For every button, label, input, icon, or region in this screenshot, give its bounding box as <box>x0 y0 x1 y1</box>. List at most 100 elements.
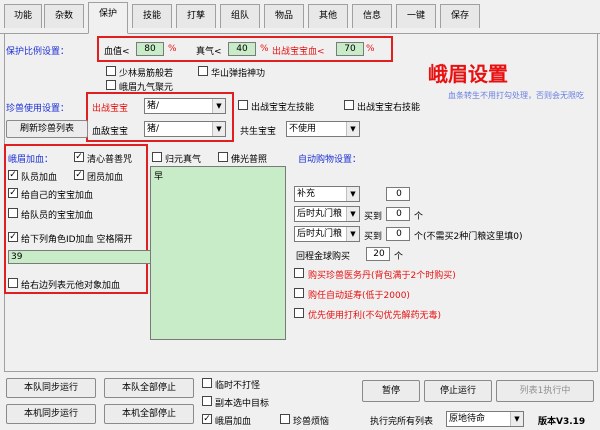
chevron-down-icon: ▼ <box>510 412 523 426</box>
machine-stop-all-button[interactable]: 本机全部停止 <box>104 404 194 424</box>
tab-params[interactable]: 杂数 <box>44 4 84 28</box>
qingxin-checkbox[interactable]: ✓ <box>74 152 84 162</box>
return-ball-qty-input[interactable]: 20 <box>366 247 390 261</box>
tab-other[interactable]: 其他 <box>308 4 348 28</box>
shop-item-select-2[interactable]: 后时丸门粮 ▼ <box>294 206 360 222</box>
blood-pet-select[interactable]: 猪/▼ <box>144 121 226 137</box>
emei-heal-toggle-label: 峨眉加血 <box>215 417 252 427</box>
tab-onekey[interactable]: 一键 <box>396 4 436 28</box>
shop-item-select-1[interactable]: 补充 ▼ <box>294 186 360 202</box>
guqi-checkbox[interactable] <box>152 152 162 162</box>
stop-run-button[interactable]: 停止运行 <box>424 380 492 402</box>
right-list-heal-label: 给右边列表元他对象加血 <box>21 281 121 291</box>
shared-pet-select[interactable]: 不使用 ▼ <box>286 121 360 137</box>
shop-qty-input-2[interactable]: 0 <box>386 207 410 221</box>
right-skill-checkbox[interactable] <box>344 100 354 110</box>
heal-target-list[interactable]: 早 <box>150 166 286 340</box>
emei-title: 峨眉加血： <box>8 155 54 165</box>
priority-checkbox[interactable] <box>294 308 304 318</box>
team-pet-label: 给队员的宝宝加血 <box>21 211 94 221</box>
tab-team[interactable]: 组队 <box>220 4 260 28</box>
team-sync-run-button[interactable]: 本队同步运行 <box>6 378 96 398</box>
member-heal-label: 团员加血 <box>87 173 124 183</box>
tab-protect[interactable]: 保护 <box>88 2 128 34</box>
priority-label: 优先使用打利(不勾优先解药无毒) <box>308 311 442 321</box>
tab-hunt[interactable]: 打孳 <box>176 4 216 28</box>
emei-qi-checkbox[interactable] <box>106 80 116 90</box>
chevron-down-icon: ▼ <box>212 99 225 113</box>
id-list-input[interactable]: 39 <box>8 250 152 264</box>
tab-save[interactable]: 保存 <box>440 4 480 28</box>
no-attack-label: 临时不打怪 <box>215 381 261 391</box>
blood-pet-label: 血敌宝宝 <box>92 127 129 137</box>
shop-qty-input-1[interactable]: 0 <box>386 187 410 201</box>
auto-extend-checkbox[interactable] <box>294 288 304 298</box>
chevron-down-icon: ▼ <box>212 122 225 136</box>
mp-label: 真气< <box>196 47 222 57</box>
left-skill-label: 出战宝宝左技能 <box>251 103 315 113</box>
shop-unit-2: 个 <box>414 212 424 222</box>
tab-function[interactable]: 功能 <box>4 4 42 28</box>
battle-pet-select[interactable]: 猪/▼ <box>144 98 226 114</box>
huashan-checkbox[interactable] <box>198 66 208 76</box>
protect-section-title: 保护比例设置： <box>6 47 70 57</box>
merchant-title: 自动购物设置： <box>298 155 362 165</box>
pet-hp-threshold-input[interactable]: 70 <box>336 42 364 56</box>
no-target-checkbox[interactable] <box>202 396 212 406</box>
id-heal-checkbox[interactable]: ✓ <box>8 232 18 242</box>
team-heal-checkbox[interactable]: ✓ <box>8 170 18 180</box>
shop-note-3: 个(不需买2种门粮这里填0) <box>414 232 523 242</box>
emei-watermark: 峨眉设置 <box>428 62 508 86</box>
right-skill-label: 出战宝宝右技能 <box>357 103 421 113</box>
refresh-pet-list-button[interactable]: 刷新珍兽列表 <box>6 120 88 138</box>
self-pet-label: 给自己的宝宝加血 <box>21 191 94 201</box>
no-attack-checkbox[interactable] <box>202 378 212 388</box>
run-after-label: 执行完所有列表 <box>370 417 434 427</box>
buy-pill-checkbox[interactable] <box>294 268 304 278</box>
hp-threshold-input[interactable]: 80 <box>136 42 164 56</box>
no-target-label: 副本选中目标 <box>215 399 270 409</box>
pet-hp-pct: % <box>366 44 375 54</box>
tab-skills[interactable]: 技能 <box>132 4 172 28</box>
emei-heal-toggle-checkbox[interactable]: ✓ <box>202 414 212 424</box>
machine-sync-run-button[interactable]: 本机同步运行 <box>6 404 96 424</box>
fozhao-checkbox[interactable] <box>218 152 228 162</box>
pause-button[interactable]: 暂停 <box>362 380 420 402</box>
pet-sorrow-checkbox[interactable] <box>280 414 290 424</box>
chevron-down-icon: ▼ <box>346 207 359 221</box>
buy-pill-label: 购买珍兽医务丹(背包满于2个时购买) <box>308 271 456 281</box>
pet-note: 血条转生不用打勾处理，否则会无限吃 <box>448 91 584 100</box>
mp-threshold-input[interactable]: 40 <box>228 42 256 56</box>
hp-label: 血值< <box>104 47 130 57</box>
fozhao-label: 佛光普照 <box>231 155 268 165</box>
shaolin-checkbox[interactable] <box>106 66 116 76</box>
tab-items[interactable]: 物品 <box>264 4 304 28</box>
version-label: 版本V3.19 <box>538 417 586 427</box>
auto-extend-label: 购任自动延寿(低于2000) <box>308 291 410 301</box>
member-heal-checkbox[interactable]: ✓ <box>74 170 84 180</box>
pet-hp-label: 出战宝宝血< <box>272 47 325 57</box>
self-pet-checkbox[interactable]: ✓ <box>8 188 18 198</box>
right-list-heal-checkbox[interactable] <box>8 278 18 288</box>
qingxin-label: 清心普善咒 <box>87 155 133 165</box>
shop-qty-input-3[interactable]: 0 <box>386 227 410 241</box>
shop-item-select-3[interactable]: 后时丸门粮 ▼ <box>294 226 360 242</box>
huashan-label: 华山弹指神功 <box>211 69 266 79</box>
guqi-label: 归元真气 <box>165 155 202 165</box>
battle-pet-label: 出战宝宝 <box>92 104 129 114</box>
tab-bar: 功能 杂数 保护 技能 打孳 组队 物品 其他 信息 一键 保存 <box>0 0 600 34</box>
left-skill-checkbox[interactable] <box>238 100 248 110</box>
mp-pct: % <box>260 44 269 54</box>
shop-buy-label-2: 买到 <box>364 212 383 222</box>
return-ball-unit: 个 <box>394 252 404 262</box>
team-heal-label: 队员加血 <box>21 173 58 183</box>
list-item[interactable]: 早 <box>151 167 285 184</box>
hp-pct: % <box>168 44 177 54</box>
shared-pet-label: 共生宝宝 <box>240 127 277 137</box>
team-pet-checkbox[interactable] <box>8 208 18 218</box>
chevron-down-icon: ▼ <box>346 187 359 201</box>
run-after-select[interactable]: 原地待命 ▼ <box>446 411 524 427</box>
chevron-down-icon: ▼ <box>346 122 359 136</box>
team-stop-all-button[interactable]: 本队全部停止 <box>104 378 194 398</box>
tab-info[interactable]: 信息 <box>352 4 392 28</box>
